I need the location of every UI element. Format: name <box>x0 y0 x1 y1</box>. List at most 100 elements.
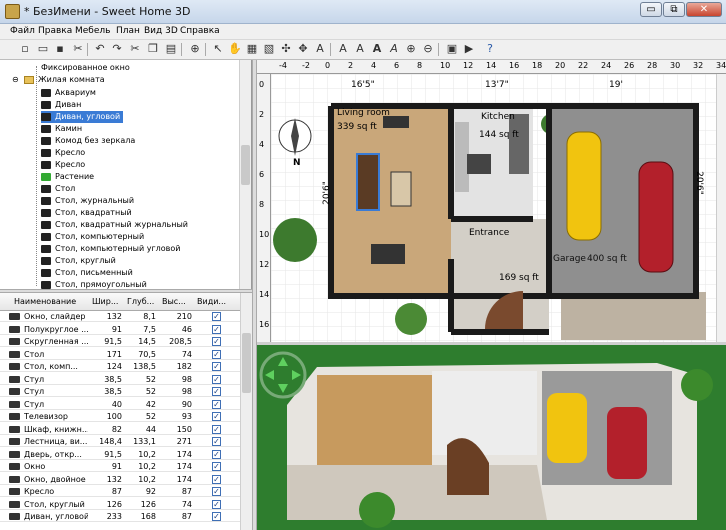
tree-item[interactable]: Аквариум <box>55 88 96 97</box>
visible-checkbox[interactable]: ✓ <box>212 387 221 396</box>
save-icon[interactable]: ▪ <box>53 42 67 56</box>
new-file-icon[interactable]: ▫ <box>18 42 32 56</box>
text-style-icon[interactable]: A <box>353 42 367 56</box>
add-text-icon[interactable]: A <box>313 42 327 56</box>
column-header-visible[interactable]: Види... <box>197 297 226 306</box>
table-row[interactable]: Диван, угловой 233 168 87 ✓ <box>0 511 240 522</box>
plan-view[interactable]: -4 -2 0 2 4 6 8 10 12 14 16 18 20 22 24 26 28 30 32 34 0246… <box>257 60 726 342</box>
tree-item[interactable]: Стол, письменный <box>55 268 133 277</box>
table-row[interactable]: Стол, комп... 124 138,5 182 ✓ <box>0 361 240 372</box>
zoom-out-icon[interactable]: ⊖ <box>421 42 435 56</box>
tree-item[interactable]: Камин <box>55 124 82 133</box>
text-italic-icon[interactable]: A <box>387 42 401 56</box>
paste-icon[interactable]: ▤ <box>164 42 178 56</box>
table-row[interactable]: Стол, круглый 126 126 74 ✓ <box>0 499 240 510</box>
visible-checkbox[interactable]: ✓ <box>212 462 221 471</box>
table-row[interactable]: Полукруглое ... 91 7,5 46 ✓ <box>0 324 240 335</box>
create-dimensions-icon[interactable]: ✥ <box>296 42 310 56</box>
help-icon[interactable]: ? <box>483 42 497 56</box>
menu-file[interactable]: Файл <box>10 26 35 36</box>
tree-item[interactable]: Комод без зеркала <box>55 136 135 145</box>
undo-icon[interactable]: ↶ <box>93 42 107 56</box>
visible-checkbox[interactable]: ✓ <box>212 499 221 509</box>
table-row[interactable]: Стол 171 70,5 74 ✓ <box>0 349 240 360</box>
3d-render[interactable] <box>257 345 726 530</box>
create-video-icon[interactable]: ▶ <box>462 42 476 56</box>
close-button[interactable]: ✕ <box>686 2 722 17</box>
tree-item[interactable]: Стол, компьютерный угловой <box>55 244 180 253</box>
table-row[interactable]: Окно, двойное 132 10,2 174 ✓ <box>0 474 240 485</box>
create-polylines-icon[interactable]: ✣ <box>279 42 293 56</box>
menu-3d-view[interactable]: Вид 3D <box>144 26 178 36</box>
copy-icon[interactable]: ❐ <box>146 42 160 56</box>
tree-item[interactable]: Диван <box>55 100 81 109</box>
visible-checkbox[interactable]: ✓ <box>212 312 221 321</box>
visible-checkbox[interactable]: ✓ <box>212 337 221 346</box>
column-header-name[interactable]: Наименование <box>14 297 76 306</box>
tree-item[interactable]: Стол, квадратный <box>55 208 132 217</box>
minimize-button[interactable]: ▭ <box>640 2 662 17</box>
visible-checkbox[interactable]: ✓ <box>212 512 221 521</box>
scrollbar-thumb[interactable] <box>241 145 250 185</box>
pan-icon[interactable]: ✋ <box>228 42 242 56</box>
tree-category-living-room[interactable]: Жилая комната <box>24 74 105 86</box>
tree-item-selected[interactable]: Диван, угловой <box>55 112 120 121</box>
redo-icon[interactable]: ↷ <box>110 42 124 56</box>
table-row[interactable]: Окно, слайдер 132 8,1 210 ✓ <box>0 311 240 322</box>
visible-checkbox[interactable]: ✓ <box>212 324 221 334</box>
maximize-button[interactable]: ⧉ <box>663 2 685 17</box>
tree-item[interactable]: Стол, круглый <box>55 256 116 265</box>
menu-edit[interactable]: Правка <box>38 26 72 36</box>
visible-checkbox[interactable]: ✓ <box>212 487 221 496</box>
tree-item[interactable]: Стол <box>55 184 75 193</box>
add-furniture-icon[interactable]: ⊕ <box>188 42 202 56</box>
table-scrollbar[interactable] <box>240 293 252 530</box>
table-row[interactable]: Стул 38,5 52 98 ✓ <box>0 386 240 397</box>
visible-checkbox[interactable]: ✓ <box>212 412 221 421</box>
tree-item[interactable]: Растение <box>55 172 94 181</box>
zoom-in-icon[interactable]: ⊕ <box>404 42 418 56</box>
tree-item[interactable]: Стол, журнальный <box>55 196 134 205</box>
tree-item[interactable]: Стол, квадратный журнальный <box>55 220 188 229</box>
create-rooms-icon[interactable]: ▧ <box>262 42 276 56</box>
tree-item[interactable]: Кресло <box>55 148 85 157</box>
table-row[interactable]: Стул 40 42 90 ✓ <box>0 399 240 410</box>
visible-checkbox[interactable]: ✓ <box>212 424 221 434</box>
3d-view[interactable] <box>257 342 726 530</box>
table-row[interactable]: Скругленная ... 91,5 14,5 208,5 ✓ <box>0 336 240 347</box>
table-row[interactable]: Телевизор 100 52 93 ✓ <box>0 411 240 422</box>
visible-checkbox[interactable]: ✓ <box>212 362 221 371</box>
menu-furniture[interactable]: Мебель <box>75 26 110 36</box>
table-row[interactable]: Кресло 87 92 87 ✓ <box>0 486 240 497</box>
column-header-depth[interactable]: Глуб... <box>127 297 154 306</box>
catalog-scrollbar[interactable] <box>239 60 251 289</box>
table-row[interactable]: Шкаф, книжн... 82 44 150 ✓ <box>0 424 240 435</box>
column-header-width[interactable]: Шир... <box>92 297 118 306</box>
menu-plan[interactable]: План <box>116 26 140 36</box>
table-row[interactable]: Лестница, ви... 148,4 133,1 271 ✓ <box>0 436 240 447</box>
open-icon[interactable]: ▭ <box>36 42 50 56</box>
modify-text-icon[interactable]: A <box>336 42 350 56</box>
visible-checkbox[interactable]: ✓ <box>212 349 221 359</box>
table-row[interactable]: Стул 38,5 52 98 ✓ <box>0 374 240 385</box>
plan-scrollbar[interactable] <box>716 74 726 342</box>
visible-checkbox[interactable]: ✓ <box>212 437 221 446</box>
table-row[interactable]: Окно 91 10,2 174 ✓ <box>0 461 240 472</box>
create-photo-icon[interactable]: ▣ <box>445 42 459 56</box>
visible-checkbox[interactable]: ✓ <box>212 449 221 459</box>
cut-icon[interactable]: ✂ <box>71 42 85 56</box>
menu-help[interactable]: Справка <box>180 26 220 36</box>
tree-item[interactable]: Стол, компьютерный <box>55 232 144 241</box>
visible-checkbox[interactable]: ✓ <box>212 474 221 484</box>
tree-item[interactable]: Стол, прямоугольный <box>55 280 147 289</box>
column-header-height[interactable]: Выс... <box>162 297 186 306</box>
scrollbar-thumb[interactable] <box>242 333 251 393</box>
collapse-toggle-icon[interactable]: ⊖ <box>12 75 19 84</box>
table-row[interactable]: Дверь, откр... 91,5 10,2 174 ✓ <box>0 449 240 460</box>
visible-checkbox[interactable]: ✓ <box>212 399 221 409</box>
cut2-icon[interactable]: ✂ <box>128 42 142 56</box>
text-bold-icon[interactable]: A <box>370 42 384 56</box>
visible-checkbox[interactable]: ✓ <box>212 374 221 384</box>
select-icon[interactable]: ↖ <box>211 42 225 56</box>
create-walls-icon[interactable]: ▦ <box>245 42 259 56</box>
